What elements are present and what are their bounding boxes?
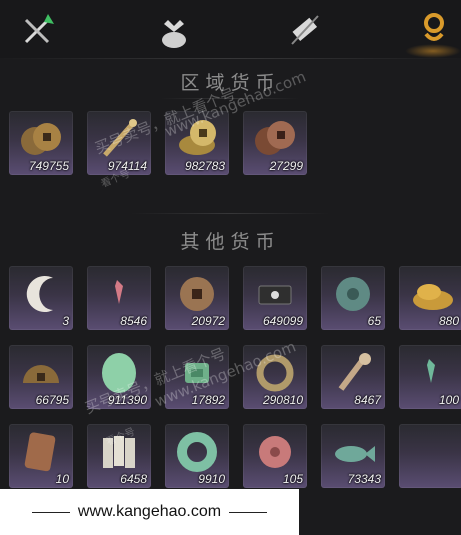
currency-slot[interactable]: [399, 424, 461, 488]
coin-string-icon: [95, 115, 143, 159]
gold-coins-icon: [173, 115, 221, 159]
item-count: 911390: [107, 393, 147, 407]
tab-scroll[interactable]: [280, 6, 328, 54]
pouch-icon: [162, 20, 186, 48]
item-count: 8546: [120, 314, 147, 328]
item-count: 73343: [347, 472, 381, 486]
currency-slot[interactable]: 911390: [87, 345, 151, 409]
copper-coins-icon: [17, 115, 65, 159]
currency-slot[interactable]: 3: [9, 266, 73, 330]
square-hole-coin-icon: [173, 270, 221, 314]
currency-slot[interactable]: 17892: [165, 345, 229, 409]
item-count: 10: [55, 472, 69, 486]
footer-banner: www.kangehao.com: [0, 489, 299, 535]
divider: [160, 98, 300, 99]
item-count: 17892: [191, 393, 225, 407]
currency-slot[interactable]: 749755: [9, 111, 73, 175]
bracelet-icon: [251, 349, 299, 393]
currency-slot[interactable]: 290810: [243, 345, 307, 409]
item-count: 105: [282, 472, 303, 486]
other-currency-title: 其他货币: [180, 231, 281, 253]
currency-slot[interactable]: 65: [321, 266, 385, 330]
item-count: 982783: [184, 159, 225, 173]
item-count: 27299: [269, 159, 303, 173]
crescent-jade-icon: [17, 270, 65, 314]
currency-slot[interactable]: 27299: [243, 111, 307, 175]
item-count: 880: [438, 314, 459, 328]
active-tab-indicator: [405, 44, 461, 58]
item-count: 6458: [120, 472, 147, 486]
currency-slot[interactable]: 66795: [9, 345, 73, 409]
currency-slot[interactable]: 880: [399, 266, 461, 330]
currency-slot[interactable]: 8467: [321, 345, 385, 409]
currency-slot[interactable]: 6458: [87, 424, 151, 488]
currency-slot[interactable]: 974114: [87, 111, 151, 175]
currency-slot[interactable]: 73343: [321, 424, 385, 488]
ticket-icon: [251, 270, 299, 314]
weapon-icon: [24, 14, 54, 44]
regional-currency-title: 区域货币: [180, 72, 281, 94]
item-count: 20972: [191, 314, 225, 328]
currency-slot[interactable]: 20972: [165, 266, 229, 330]
item-count: 66795: [35, 393, 69, 407]
rose-stone-icon: [251, 428, 299, 472]
item-count: 3: [62, 314, 69, 328]
divider: [130, 213, 330, 214]
divider: [229, 511, 268, 513]
item-count: 974114: [107, 159, 147, 173]
coin-sword-icon: [329, 349, 377, 393]
jade-slip-icon: [173, 349, 221, 393]
currency-slot[interactable]: 649099: [243, 266, 307, 330]
item-count: 65: [367, 314, 381, 328]
jade-disc-icon: [329, 270, 377, 314]
divider: [31, 511, 70, 513]
tab-weapon[interactable]: [14, 6, 62, 54]
grain-pile-icon: [407, 270, 455, 314]
currency-slot[interactable]: 9910: [165, 424, 229, 488]
item-count: 290810: [262, 393, 303, 407]
item-count: 100: [438, 393, 459, 407]
green-jade-icon: [95, 349, 143, 393]
green-talisman-icon: [407, 349, 455, 393]
scroll-icon: [291, 15, 319, 45]
item-count: 9910: [198, 472, 225, 486]
item-count: 8467: [354, 393, 381, 407]
jade-fish-icon: [329, 428, 377, 472]
footer-url: www.kangehao.com: [77, 503, 222, 520]
item-count: 649099: [262, 314, 303, 328]
red-talisman-icon: [95, 270, 143, 314]
divider: [0, 58, 461, 59]
currency-slot[interactable]: 100: [399, 345, 461, 409]
tab-pouch[interactable]: [150, 6, 198, 54]
tab-bar: [0, 0, 461, 58]
half-disc-coin-icon: [17, 349, 65, 393]
copper-plate-icon: [17, 428, 65, 472]
currency-slot[interactable]: 982783: [165, 111, 229, 175]
currency-slot[interactable]: 8546: [87, 266, 151, 330]
empty-slot: [407, 428, 455, 472]
item-count: 749755: [28, 159, 69, 173]
jade-ring-icon: [173, 428, 221, 472]
currency-slot[interactable]: 10: [9, 424, 73, 488]
bronze-coins-icon: [251, 115, 299, 159]
currency-slot[interactable]: 105: [243, 424, 307, 488]
paper-charms-icon: [95, 428, 143, 472]
